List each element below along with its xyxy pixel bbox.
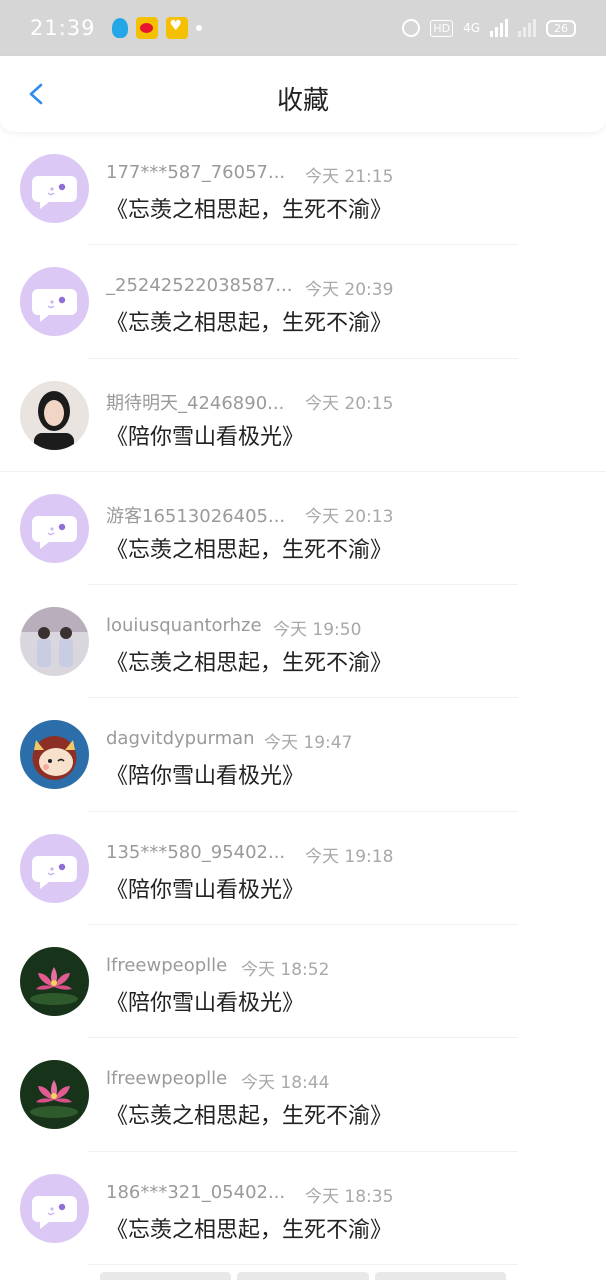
favorite-item[interactable]: lfreewpeoplle 今天 18:52 《陪你雪山看极光》 — [0, 925, 606, 1039]
alarm-icon — [402, 19, 421, 37]
default-chat-avatar-icon[interactable] — [20, 154, 89, 223]
favorite-item[interactable]: 期待明天_4246890... 今天 20:15 《陪你雪山看极光》 — [0, 359, 606, 472]
favorite-author-name: 期待明天_4246890... — [106, 392, 285, 414]
qq-icon — [111, 18, 128, 38]
favorite-time: 今天 20:15 — [305, 393, 394, 414]
favorite-story-title[interactable]: 《陪你雪山看极光》 — [106, 872, 304, 904]
header-bar: 收藏 — [0, 56, 606, 132]
row-divider — [88, 1263, 518, 1265]
favorite-time: 今天 19:47 — [264, 733, 353, 754]
favorite-story-title[interactable]: 《忘羡之相思起，生死不渝》 — [106, 645, 392, 677]
status-right: HD 4G 26 — [402, 19, 576, 37]
favorite-item[interactable]: 135***580_95402... 今天 19:18 《陪你雪山看极光》 — [0, 812, 606, 926]
favorite-item[interactable]: 游客16513026405... 今天 20:13 《忘羡之相思起，生死不渝》 — [0, 472, 606, 586]
favorite-item[interactable]: 177***587_76057... 今天 21:15 《忘羡之相思起，生死不渝》 — [0, 132, 606, 246]
favorite-story-title[interactable]: 《忘羡之相思起，生死不渝》 — [106, 1098, 392, 1130]
lotus-photo-avatar-icon[interactable] — [20, 1060, 89, 1130]
favorite-time: 今天 21:15 — [305, 167, 394, 187]
favorite-author-name: 135***580_95402... — [106, 841, 286, 863]
page-title: 收藏 — [276, 86, 329, 116]
favorite-time: 今天 19:50 — [273, 620, 362, 641]
signal-secondary-icon — [518, 19, 536, 37]
group-photo-avatar-icon[interactable] — [20, 607, 89, 677]
favorite-time: 今天 18:52 — [241, 960, 330, 981]
favorite-story-title[interactable]: 《陪你雪山看极光》 — [106, 758, 304, 790]
favorite-author-name: lfreewpeoplle — [106, 1068, 228, 1090]
favorite-item[interactable]: lfreewpeoplle 今天 18:44 《忘羡之相思起，生死不渝》 — [0, 1038, 606, 1152]
notification-icons — [111, 17, 202, 39]
vip-icon — [165, 17, 188, 39]
favorite-story-title[interactable]: 《忘羡之相思起，生死不渝》 — [106, 305, 392, 337]
favorite-author-name: 186***321_05402... — [106, 1181, 286, 1203]
favorite-story-title[interactable]: 《陪你雪山看极光》 — [106, 985, 304, 1017]
bottom-scroll-hint — [100, 1272, 506, 1280]
favorite-author-name: lfreewpeoplle — [106, 955, 228, 977]
signal-icon — [490, 19, 508, 37]
favorites-list: 177***587_76057... 今天 21:15 《忘羡之相思起，生死不渝》 _… — [0, 132, 606, 1265]
favorite-time: 今天 18:44 — [241, 1073, 330, 1094]
favorite-author-name: 游客16513026405... — [106, 505, 286, 527]
favorite-item[interactable]: _25242522038587... 今天 20:39 《忘羡之相思起，生死不渝》 — [0, 245, 606, 359]
cartoon-avatar-icon[interactable] — [20, 720, 89, 790]
girl-photo-avatar-icon[interactable] — [20, 380, 89, 450]
hd-badge: HD — [430, 19, 454, 37]
favorite-time: 今天 18:35 — [305, 1186, 394, 1207]
more-notifications-dot — [195, 25, 202, 31]
favorite-time: 今天 20:39 — [305, 280, 394, 301]
default-chat-avatar-icon[interactable] — [20, 267, 89, 337]
status-bar: 21:39 HD 4G 26 — [0, 0, 606, 56]
favorite-story-title[interactable]: 《忘羡之相思起，生死不渝》 — [106, 192, 392, 224]
favorite-time: 今天 19:18 — [305, 846, 394, 867]
favorite-item[interactable]: louiusquantorhze 今天 19:50 《忘羡之相思起，生死不渝》 — [0, 585, 606, 699]
default-chat-avatar-icon[interactable] — [20, 493, 89, 563]
battery-icon: 26 — [546, 19, 576, 37]
favorite-author-name: 177***587_76057... — [106, 162, 286, 183]
favorite-author-name: louiusquantorhze — [106, 615, 262, 637]
favorite-author-name: dagvitdypurman — [106, 728, 255, 750]
favorite-story-title[interactable]: 《忘羡之相思起，生死不渝》 — [106, 532, 392, 564]
favorite-time: 今天 20:13 — [305, 506, 394, 527]
favorite-story-title[interactable]: 《忘羡之相思起，生死不渝》 — [106, 1212, 392, 1244]
lotus-photo-avatar-icon[interactable] — [20, 947, 89, 1017]
default-chat-avatar-icon[interactable] — [20, 833, 89, 903]
weibo-icon — [135, 17, 158, 39]
favorite-story-title[interactable]: 《陪你雪山看极光》 — [106, 419, 304, 451]
favorite-author-name: _25242522038587... — [106, 275, 293, 297]
status-time: 21:39 — [30, 16, 96, 40]
default-chat-avatar-icon[interactable] — [20, 1173, 89, 1243]
favorite-item[interactable]: dagvitdypurman 今天 19:47 《陪你雪山看极光》 — [0, 698, 606, 812]
network-type: 4G — [463, 21, 480, 35]
favorite-item[interactable]: 186***321_05402... 今天 18:35 《忘羡之相思起，生死不渝》 — [0, 1152, 606, 1265]
